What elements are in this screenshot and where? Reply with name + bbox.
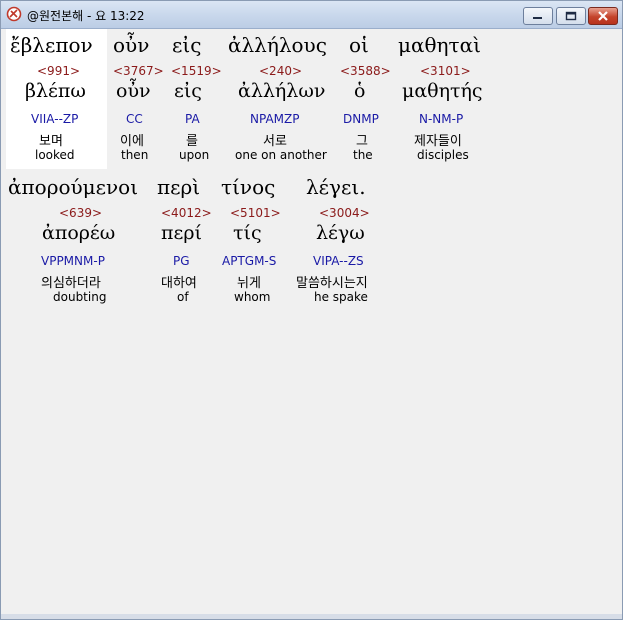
maximize-button[interactable] bbox=[556, 7, 586, 25]
maximize-icon bbox=[565, 11, 577, 21]
strong-number[interactable]: <4012> bbox=[161, 206, 212, 220]
korean-gloss: 보며 bbox=[39, 134, 63, 149]
lemma: βλέπω bbox=[25, 80, 86, 102]
english-gloss: of bbox=[177, 290, 189, 304]
korean-gloss: 대하여 bbox=[161, 276, 197, 291]
english-gloss: disciples bbox=[417, 148, 469, 162]
greek-word[interactable]: ἀπορούμενοι bbox=[8, 175, 138, 199]
title-bar[interactable]: @원전본해 - 요 13:22 bbox=[1, 1, 622, 29]
english-gloss: whom bbox=[234, 290, 271, 304]
parse-code: PA bbox=[185, 112, 200, 126]
strong-number[interactable]: <991> bbox=[37, 64, 80, 78]
strong-number[interactable]: <3101> bbox=[420, 64, 471, 78]
korean-gloss: 뉘게 bbox=[237, 276, 261, 291]
window-bottom-border bbox=[1, 614, 622, 619]
interlinear-panel: ἔβλεπον <991> βλέπω VIIA--ZP 보며 looked ο… bbox=[6, 29, 617, 614]
english-gloss: upon bbox=[179, 148, 210, 162]
parse-code: VIIA--ZP bbox=[31, 112, 79, 126]
minimize-icon bbox=[533, 17, 542, 19]
strong-number[interactable]: <1519> bbox=[171, 64, 222, 78]
lemma: μαθητής bbox=[402, 80, 483, 102]
korean-gloss: 그 bbox=[356, 134, 368, 149]
english-gloss: doubting bbox=[53, 290, 107, 304]
korean-gloss: 의심하더라 bbox=[41, 276, 101, 291]
greek-word[interactable]: οὖν bbox=[113, 33, 149, 57]
english-gloss: then bbox=[121, 148, 149, 162]
parse-code: VIPA--ZS bbox=[313, 254, 364, 268]
parse-code: DNMP bbox=[343, 112, 379, 126]
lemma: λέγω bbox=[316, 222, 365, 244]
greek-word[interactable]: οἱ bbox=[349, 33, 369, 57]
english-gloss: looked bbox=[35, 148, 75, 162]
lemma: οὖν bbox=[116, 80, 151, 102]
english-gloss: the bbox=[353, 148, 373, 162]
lemma: ἀπορέω bbox=[42, 222, 116, 244]
close-icon bbox=[598, 11, 608, 21]
greek-word[interactable]: εἰς bbox=[172, 33, 201, 57]
lemma: εἰς bbox=[174, 80, 202, 102]
strong-number[interactable]: <3004> bbox=[319, 206, 370, 220]
greek-word[interactable]: τίνος bbox=[221, 175, 275, 199]
strong-number[interactable]: <639> bbox=[59, 206, 102, 220]
korean-gloss: 서로 bbox=[263, 134, 287, 149]
english-gloss: he spake bbox=[314, 290, 368, 304]
greek-word[interactable]: ἔβλεπον bbox=[10, 33, 93, 57]
strong-number[interactable]: <3767> bbox=[113, 64, 164, 78]
app-logo-icon bbox=[6, 6, 22, 22]
lemma: περί bbox=[161, 222, 202, 244]
greek-word[interactable]: περὶ bbox=[157, 175, 200, 199]
parse-code: APTGM-S bbox=[222, 254, 277, 268]
english-gloss: one on another bbox=[235, 148, 327, 162]
lemma: ὁ bbox=[354, 80, 366, 102]
parse-code: PG bbox=[173, 254, 190, 268]
lemma: τίς bbox=[233, 222, 262, 244]
parse-code: CC bbox=[126, 112, 143, 126]
app-window: @원전본해 - 요 13:22 ἔβλεπον <991> βλέπω VIIA… bbox=[0, 0, 623, 620]
korean-gloss: 말씀하시는지 bbox=[296, 276, 368, 291]
close-button[interactable] bbox=[588, 7, 618, 25]
greek-word[interactable]: λέγει. bbox=[306, 175, 366, 199]
strong-number[interactable]: <240> bbox=[259, 64, 302, 78]
korean-gloss: 제자들이 bbox=[414, 134, 462, 149]
lemma: ἀλλήλων bbox=[238, 80, 326, 102]
greek-word[interactable]: μαθηταὶ bbox=[398, 33, 481, 57]
strong-number[interactable]: <3588> bbox=[340, 64, 391, 78]
parse-code: VPPMNM-P bbox=[41, 254, 105, 268]
parse-code: NPAMZP bbox=[250, 112, 300, 126]
minimize-button[interactable] bbox=[523, 7, 553, 25]
korean-gloss: 를 bbox=[186, 134, 198, 149]
korean-gloss: 이에 bbox=[120, 134, 144, 149]
strong-number[interactable]: <5101> bbox=[230, 206, 281, 220]
greek-word[interactable]: ἀλλήλους bbox=[228, 33, 327, 57]
window-title: @원전본해 - 요 13:22 bbox=[27, 9, 145, 23]
parse-code: N-NM-P bbox=[419, 112, 464, 126]
